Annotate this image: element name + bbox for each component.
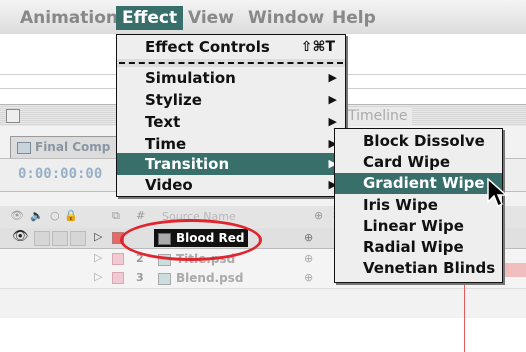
submenu-item-label: Block Dissolve (363, 132, 485, 150)
label-column-icon: ⧉ (112, 209, 120, 222)
solo-switch[interactable] (52, 231, 68, 246)
submenu-item-label: Venetian Blinds (363, 259, 496, 277)
keyboard-shortcut: ⇧⌘T (300, 39, 335, 55)
submenu-item-linear-wipe[interactable]: Linear Wipe (335, 216, 502, 237)
source-name-header[interactable]: Source Name (162, 210, 236, 223)
solid-layer-icon (158, 233, 171, 245)
layer-name[interactable]: Title.psd (154, 250, 239, 268)
menu-window[interactable]: Window (242, 6, 330, 30)
submenu-item-label: Radial Wipe (363, 238, 464, 256)
expand-triangle-icon[interactable]: ▷ (94, 270, 102, 283)
lock-switch[interactable] (70, 231, 86, 246)
switches-column-icon: ⊕ (314, 209, 324, 222)
menu-item-video[interactable]: Video ▶ (117, 174, 345, 196)
tab-final-comp[interactable]: Final Comp (10, 136, 120, 159)
label-color-chip[interactable] (112, 253, 124, 265)
submenu-item-card-wipe[interactable]: Card Wipe (335, 152, 502, 173)
timeline-window-title: Timeline (344, 107, 412, 125)
submenu-item-venetian-blinds[interactable]: Venetian Blinds (335, 258, 502, 279)
expand-triangle-icon[interactable]: ▷ (94, 230, 102, 243)
layer-name[interactable]: Blend.psd (154, 269, 247, 287)
menu-item-label: Effect Controls (145, 38, 270, 56)
layer-name-text: Blend.psd (176, 271, 244, 285)
solo-column-icon: ○ (50, 209, 60, 222)
submenu-item-label: Gradient Wipe (363, 174, 485, 192)
layer-number: 3 (136, 271, 144, 284)
mouse-pointer-icon (487, 178, 508, 208)
label-color-chip[interactable] (112, 232, 124, 244)
menu-help[interactable]: Help (326, 6, 382, 30)
submenu-item-iris-wipe[interactable]: Iris Wipe (335, 195, 502, 216)
submenu-arrow-icon: ▶ (328, 71, 337, 84)
menu-item-transition[interactable]: Transition ▶ (117, 153, 345, 175)
shy-switch-icon[interactable]: ⊕ (304, 252, 313, 265)
layer-name-text: Title.psd (176, 252, 236, 266)
submenu-item-block-dissolve[interactable]: Block Dissolve (335, 131, 502, 152)
menu-item-label: Video (145, 176, 193, 194)
menu-item-label: Stylize (145, 91, 202, 109)
menu-item-label: Text (145, 113, 181, 131)
menu-view[interactable]: View (182, 6, 240, 30)
shy-switch-icon[interactable]: ⊕ (304, 231, 313, 244)
submenu-item-label: Card Wipe (363, 153, 451, 171)
menu-item-label: Transition (145, 155, 230, 173)
visibility-eye-icon[interactable]: 👁 (12, 229, 29, 244)
submenu-item-label: Linear Wipe (363, 217, 464, 235)
audio-column-icon: 🔈 (30, 209, 44, 222)
menu-separator (119, 62, 343, 64)
layer-name-text: Blood Red (176, 231, 245, 245)
menu-item-time[interactable]: Time ▶ (117, 133, 345, 155)
layer-number: 2 (136, 252, 144, 265)
submenu-item-radial-wipe[interactable]: Radial Wipe (335, 237, 502, 258)
eye-column-icon: 👁 (10, 209, 24, 222)
menu-animation[interactable]: Animation (14, 6, 124, 30)
menu-item-label: Simulation (145, 69, 236, 87)
footage-icon (158, 273, 171, 285)
layer-name[interactable]: Blood Red (154, 229, 249, 247)
menu-bar: Animation Effect View Window Help (0, 0, 526, 35)
shy-switch-icon[interactable]: ⊕ (304, 271, 313, 284)
footage-icon (158, 254, 171, 266)
label-color-chip[interactable] (112, 272, 124, 284)
expand-triangle-icon[interactable]: ▷ (94, 251, 102, 264)
menu-item-text[interactable]: Text ▶ (117, 111, 345, 133)
audio-switch[interactable] (34, 231, 50, 246)
menu-item-simulation[interactable]: Simulation ▶ (117, 67, 345, 89)
submenu-item-gradient-wipe[interactable]: Gradient Wipe (335, 173, 502, 194)
menu-item-label: Time (145, 135, 187, 153)
number-column-icon: # (136, 209, 146, 222)
composition-icon (17, 142, 31, 154)
submenu-item-label: Iris Wipe (363, 196, 438, 214)
menu-item-stylize[interactable]: Stylize ▶ (117, 89, 345, 111)
transition-submenu: Block Dissolve Card Wipe Gradient Wipe I… (334, 128, 503, 283)
tab-label: Final Comp (35, 140, 111, 154)
lock-column-icon: 🔒 (64, 209, 78, 222)
timecode-display[interactable]: 0:00:00:00 (18, 166, 102, 182)
close-box[interactable] (6, 109, 20, 123)
menu-effect[interactable]: Effect (116, 6, 184, 30)
menu-item-effect-controls[interactable]: Effect Controls ⇧⌘T (117, 36, 345, 58)
effect-menu: Effect Controls ⇧⌘T Simulation ▶ Stylize… (116, 34, 346, 197)
submenu-arrow-icon: ▶ (328, 93, 337, 106)
